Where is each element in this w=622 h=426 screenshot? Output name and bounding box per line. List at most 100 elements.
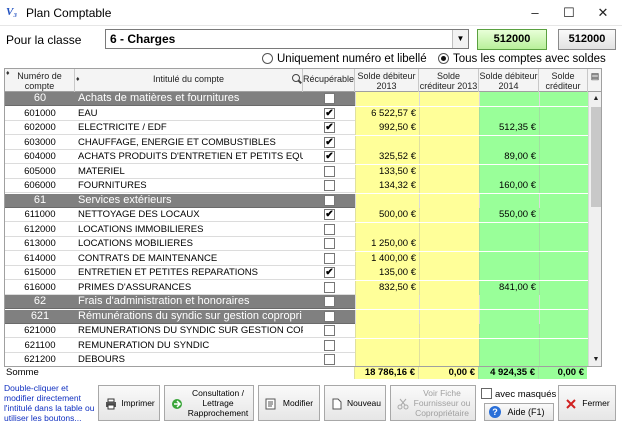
credit-2014-cell[interactable] [539,251,588,266]
account-label-cell[interactable]: Achats de matières et fournitures [75,92,303,106]
account-label-cell[interactable]: Rémunérations du syndic sur gestion copr… [75,310,303,324]
credit-2013-cell[interactable] [419,179,479,193]
close-icon[interactable]: ✕ [586,0,620,26]
debit-2013-cell[interactable] [355,135,419,150]
credit-2014-cell[interactable] [539,237,588,251]
column-config-icon[interactable]: ▤ [588,69,601,92]
account-label-cell[interactable]: REMUNERATIONS DU SYNDIC SUR GESTION COPR… [75,324,303,338]
credit-2014-cell[interactable] [539,121,588,135]
table-row[interactable]: 621100 REMUNERATION DU SYNDIC [5,338,588,353]
recoverable-cell[interactable]: ✔ [303,121,355,135]
recoverable-cell[interactable] [303,324,355,338]
checkbox-unchecked[interactable] [324,325,335,336]
account-label-cell[interactable]: REMUNERATION DU SYNDIC [75,339,303,353]
account-number-cell[interactable]: 612000 [5,223,75,237]
credit-2014-cell[interactable] [539,193,588,208]
col-header-sc14[interactable]: Solde créditeur 2014 [539,69,588,101]
checkbox-unchecked[interactable] [324,238,335,249]
recoverable-cell[interactable] [303,281,355,295]
debit-2013-cell[interactable]: 134,32 € [355,179,419,193]
debit-2014-cell[interactable] [479,295,539,309]
table-row[interactable]: 613000 LOCATIONS MOBILIERES 1 250,00 € [5,237,588,251]
credit-2013-cell[interactable] [419,309,479,324]
account-number-cell[interactable]: 621100 [5,339,75,353]
help-button[interactable]: ? Aide (F1) [484,403,554,421]
debit-2013-cell[interactable] [355,295,419,309]
credit-2013-cell[interactable] [419,266,479,280]
col-header-sc13[interactable]: Solde créditeur 2013 [419,69,479,92]
account-number-cell[interactable]: 615000 [5,266,75,280]
checkbox-unchecked[interactable] [324,310,335,322]
scroll-down-icon[interactable]: ▼ [589,353,601,366]
recoverable-cell[interactable] [303,92,355,106]
dropdown-arrow-icon[interactable]: ▼ [452,30,468,48]
credit-2013-cell[interactable] [419,237,479,251]
recoverable-cell[interactable]: ✔ [303,266,355,280]
debit-2013-cell[interactable]: 135,00 € [355,266,419,280]
debit-2014-cell[interactable] [479,338,539,353]
debit-2013-cell[interactable] [355,324,419,338]
recoverable-cell[interactable] [303,295,355,309]
maximize-icon[interactable]: ☐ [552,0,586,26]
table-row[interactable]: 606000 FOURNITURES 134,32 € 160,00 € [5,179,588,193]
table-row[interactable]: 604000 ACHATS PRODUITS D'ENTRETIEN ET PET… [5,150,588,164]
recoverable-cell[interactable] [303,165,355,179]
recoverable-cell[interactable] [303,179,355,193]
account-number-cell[interactable]: 60 [5,92,75,106]
recoverable-cell[interactable]: ✔ [303,208,355,222]
recoverable-cell[interactable]: ✔ [303,150,355,164]
checkbox-unchecked[interactable] [324,252,335,264]
account-label-cell[interactable]: FOURNITURES [75,179,303,193]
consult-lettrage-button[interactable]: Consultation / Lettrage Rapprochement [164,385,254,421]
credit-2014-cell[interactable] [539,208,588,222]
account-label-cell[interactable]: PRIMES D'ASSURANCES [75,281,303,295]
account-number-cell[interactable]: 611000 [5,208,75,222]
credit-2013-cell[interactable] [419,324,479,338]
credit-2014-cell[interactable] [539,135,588,150]
checkbox-checked[interactable]: ✔ [324,136,335,148]
credit-2014-cell[interactable] [539,295,588,309]
credit-2014-cell[interactable] [539,179,588,193]
credit-2014-cell[interactable] [539,164,588,179]
checkbox-checked[interactable]: ✔ [324,151,335,162]
credit-2013-cell[interactable] [419,353,479,366]
credit-2014-cell[interactable] [539,92,588,106]
table-row[interactable]: 615000 ENTRETIEN ET PETITES REPARATIONS ✔ 1… [5,266,588,280]
debit-2013-cell[interactable] [355,92,419,106]
debit-2013-cell[interactable]: 133,50 € [355,164,419,179]
debit-2013-cell[interactable]: 1 400,00 € [355,251,419,266]
recoverable-cell[interactable]: ✔ [303,136,355,150]
account-number-cell[interactable]: 616000 [5,281,75,295]
checkbox-unchecked[interactable] [324,281,335,293]
credit-2013-cell[interactable] [419,338,479,353]
table-row[interactable]: 612000 LOCATIONS IMMOBILIERES [5,222,588,237]
account-label-cell[interactable]: MATERIEL [75,165,303,179]
account-number-cell[interactable]: 614000 [5,252,75,266]
masked-checkbox-box[interactable] [481,388,492,399]
credit-2014-cell[interactable] [539,353,588,366]
radio-all-accounts[interactable]: Tous les comptes avec soldes [438,53,606,65]
checkbox-unchecked[interactable] [324,194,335,206]
debit-2014-cell[interactable] [479,193,539,208]
recoverable-cell[interactable] [303,252,355,266]
debit-2014-cell[interactable]: 512,35 € [479,121,539,135]
credit-2013-cell[interactable] [419,222,479,237]
credit-2014-cell[interactable] [539,222,588,237]
debit-2014-cell[interactable] [479,309,539,324]
account-label-cell[interactable]: CHAUFFAGE, ENERGIE ET COMBUSTIBLES [75,136,303,150]
debit-2013-cell[interactable]: 1 250,00 € [355,237,419,251]
credit-2014-cell[interactable] [539,338,588,353]
debit-2014-cell[interactable]: 550,00 € [479,208,539,222]
col-header-sd13[interactable]: Solde débiteur 2013 [355,69,419,92]
table-row[interactable]: 611000 NETTOYAGE DES LOCAUX ✔ 500,00 € 550,0… [5,208,588,222]
scroll-up-icon[interactable]: ▲ [589,92,601,106]
checkbox-unchecked[interactable] [324,93,335,104]
section-row[interactable]: 61 Services extérieurs [5,193,588,208]
account-label-cell[interactable]: ENTRETIEN ET PETITES REPARATIONS [75,266,303,280]
table-row[interactable]: 616000 PRIMES D'ASSURANCES 832,50 € 841,00 … [5,280,588,295]
checkbox-unchecked[interactable] [324,165,335,177]
debit-2014-cell[interactable] [479,353,539,366]
debit-2013-cell[interactable] [355,222,419,237]
checkbox-unchecked[interactable] [324,339,335,351]
account-label-cell[interactable]: ACHATS PRODUITS D'ENTRETIEN ET PETITS EQ… [75,150,303,164]
